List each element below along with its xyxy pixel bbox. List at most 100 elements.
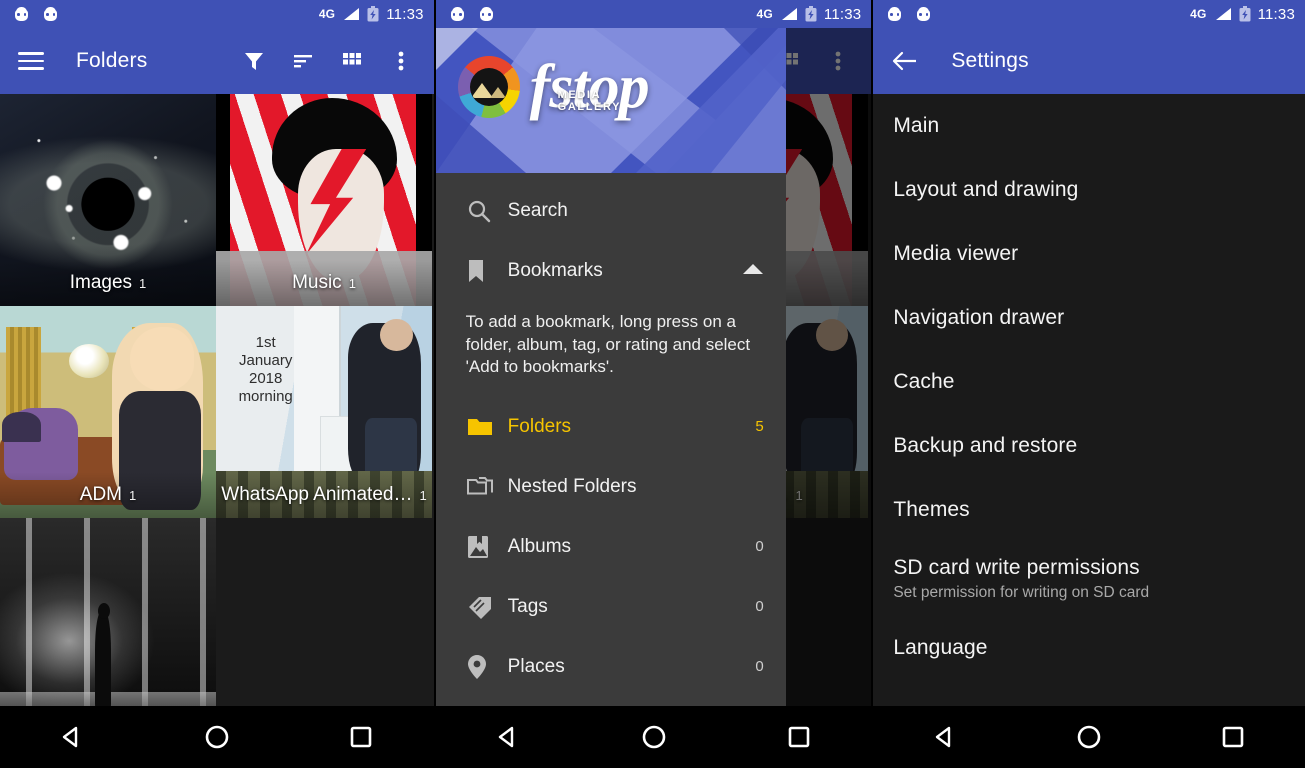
robot-icon [479, 7, 494, 21]
status-bar-left [887, 7, 931, 21]
grid-view-icon[interactable] [339, 48, 365, 74]
thumbnail-overlay-text: 1st January 2018 morning [238, 333, 293, 406]
tag-icon [466, 594, 508, 620]
folder-count: 1 [348, 275, 356, 291]
folder-tile-label: Music 1 [216, 260, 432, 306]
screenshot-root: 4G 11:33 Folders Images 1 Music 1 ADM 1 … [0, 0, 1305, 768]
folder-name: WhatsApp Animated… [221, 484, 413, 505]
nested-folders-icon [466, 475, 508, 499]
back-arrow-icon[interactable] [891, 47, 919, 75]
drawer-item-label: Nested Folders [507, 475, 637, 497]
folders-toolbar: Folders [0, 28, 434, 94]
albums-icon [466, 534, 508, 560]
drawer-item-label: Places [507, 655, 565, 677]
drawer-item-nested-folders[interactable]: Nested Folders [436, 457, 786, 517]
settings-item-title: Layout and drawing [893, 178, 1079, 201]
robot-icon [887, 7, 902, 21]
app-wordmark: fstop MEDIA GALLERY [530, 56, 650, 118]
hamburger-menu-icon[interactable] [18, 52, 44, 70]
settings-item-language[interactable]: Language [873, 616, 1305, 680]
status-bar-left [14, 7, 58, 21]
chevron-up-icon[interactable] [742, 262, 764, 281]
settings-item-title: Themes [893, 498, 970, 521]
drawer-item-places[interactable]: Places 0 [436, 637, 786, 697]
robot-icon [450, 7, 465, 21]
recents-square-icon[interactable] [1208, 712, 1258, 762]
folder-count: 1 [419, 487, 427, 503]
robot-icon [916, 7, 931, 21]
recents-square-icon[interactable] [336, 712, 386, 762]
settings-item-title: Main [893, 114, 940, 137]
drawer-item-search[interactable]: Search [436, 181, 786, 241]
panel-navigation-drawer: 1 mated…1 4G [435, 0, 872, 768]
robot-icon [43, 7, 58, 21]
home-circle-icon[interactable] [629, 712, 679, 762]
sort-icon[interactable] [290, 48, 316, 74]
settings-item-navigation-drawer[interactable]: Navigation drawer [873, 286, 1305, 350]
settings-item-title: Language [893, 636, 988, 659]
drawer-item-count: 0 [755, 658, 764, 676]
app-brand: fstop MEDIA GALLERY [457, 56, 650, 118]
signal-icon [780, 7, 798, 21]
place-pin-icon [466, 653, 508, 681]
clock-label: 11:33 [386, 5, 424, 23]
drawer-item-label: Folders [507, 415, 572, 437]
app-tagline: MEDIA GALLERY [557, 89, 622, 114]
android-nav-bar [0, 706, 434, 768]
folder-tile[interactable]: 1st January 2018 morning WhatsApp Animated…… [216, 306, 432, 518]
drawer-item-label: Tags [507, 595, 548, 617]
drawer-menu: Search Bookmarks To add a bookmark, long… [436, 173, 786, 697]
settings-item-title: Media viewer [893, 242, 1019, 265]
settings-item-backup-and-restore[interactable]: Backup and restore [873, 414, 1305, 478]
home-circle-icon[interactable] [1064, 712, 1114, 762]
robot-icon [14, 7, 29, 21]
recents-square-icon[interactable] [774, 712, 824, 762]
search-icon [466, 198, 508, 224]
settings-item-sd-card-write-permissions[interactable]: SD card write permissions Set permission… [873, 542, 1305, 616]
status-bar-left [450, 7, 494, 21]
filter-icon[interactable] [241, 48, 267, 74]
fstop-color-ring-icon [457, 56, 520, 118]
settings-item-layout-and-drawing[interactable]: Layout and drawing [873, 158, 1305, 222]
clock-label: 11:33 [823, 5, 862, 23]
folder-tile[interactable]: Images 1 [0, 94, 216, 306]
back-triangle-icon[interactable] [920, 712, 970, 762]
settings-item-main[interactable]: Main [873, 94, 1305, 158]
settings-item-subtitle: Set permission for writing on SD card [893, 584, 1150, 601]
panel-settings: 4G 11:33 Settings Main Layout and drawin… [873, 0, 1305, 768]
home-circle-icon[interactable] [192, 712, 242, 762]
folder-grid: Images 1 Music 1 ADM 1 1st January 2018 … [0, 94, 434, 730]
settings-item-cache[interactable]: Cache [873, 350, 1305, 414]
status-bar-right: 4G 11:33 [319, 6, 424, 23]
folder-thumbnail [0, 518, 216, 730]
status-bar: 4G 11:33 [435, 0, 872, 28]
drawer-item-label: Albums [507, 535, 572, 557]
status-bar-right: 4G 11:33 [1190, 6, 1295, 23]
back-triangle-icon[interactable] [47, 712, 97, 762]
folder-name: ADM [79, 484, 122, 505]
page-title: Folders [76, 49, 148, 72]
drawer-item-label: Bookmarks [507, 260, 603, 281]
network-type-label: 4G [318, 7, 336, 21]
drawer-item-folders[interactable]: Folders 5 [436, 397, 786, 457]
folder-tile[interactable] [0, 518, 216, 730]
back-triangle-icon[interactable] [483, 712, 533, 762]
drawer-item-tags[interactable]: Tags 0 [436, 577, 786, 637]
settings-item-title: Backup and restore [893, 434, 1078, 457]
network-type-label: 4G [1190, 7, 1207, 21]
settings-item-media-viewer[interactable]: Media viewer [873, 222, 1305, 286]
drawer-item-count: 0 [755, 598, 764, 616]
folder-name: Images [69, 272, 133, 293]
battery-charging-icon [1239, 6, 1251, 22]
page-title: Settings [951, 49, 1029, 72]
status-bar: 4G 11:33 [873, 0, 1305, 28]
folder-tile[interactable]: ADM 1 [0, 306, 216, 518]
drawer-item-albums[interactable]: Albums 0 [436, 517, 786, 577]
folder-tile[interactable]: Music 1 [216, 94, 432, 306]
settings-item-themes[interactable]: Themes [873, 478, 1305, 542]
folder-name: Music [292, 272, 342, 293]
drawer-item-bookmarks[interactable]: Bookmarks [436, 241, 786, 301]
overflow-menu-icon[interactable] [388, 48, 414, 74]
panel-folders: 4G 11:33 Folders Images 1 Music 1 ADM 1 … [0, 0, 434, 768]
battery-charging-icon [805, 6, 817, 22]
